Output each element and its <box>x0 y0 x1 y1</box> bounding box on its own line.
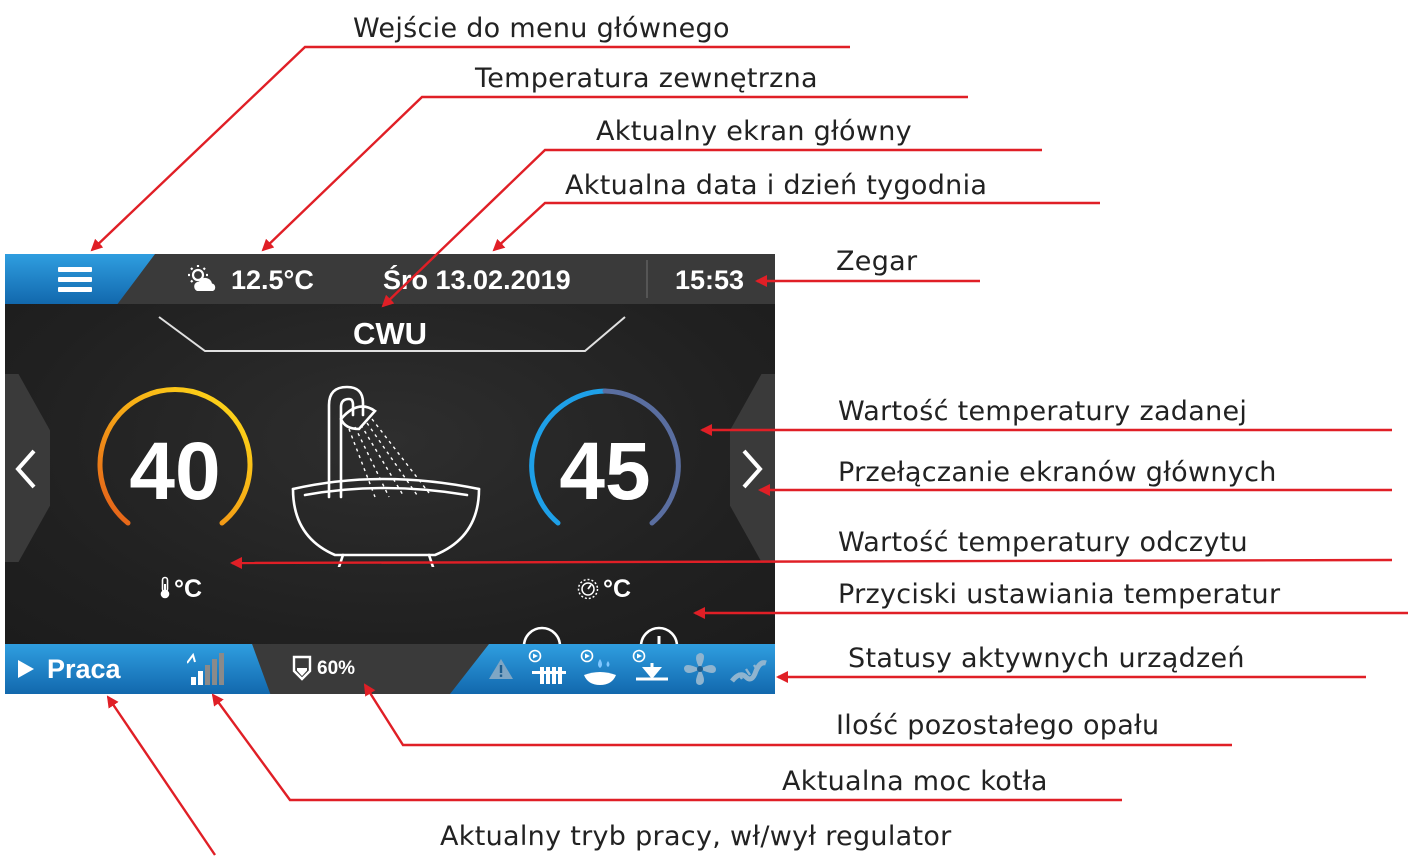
set-temperature-unit: °C <box>603 575 632 603</box>
annotation-mode: Aktualny tryb pracy, wł/wył regulator <box>440 821 952 852</box>
main-menu-button[interactable] <box>5 254 155 304</box>
feeder-icon <box>730 660 767 683</box>
power-bar <box>198 671 203 685</box>
hamburger-menu-icon <box>58 267 92 272</box>
warning-icon <box>489 659 513 679</box>
annotation-buttons: Przyciski ustawiania temperatur <box>838 579 1281 610</box>
read-temperature-value: 40 <box>129 426 221 517</box>
shower-bath-icon <box>291 385 481 567</box>
screen-title: CWU <box>352 316 428 351</box>
power-bar <box>205 665 210 685</box>
signal-bars-icon <box>187 653 224 685</box>
annotation-status: Statusy aktywnych urządzeń <box>848 643 1245 674</box>
mixer-valve-icon <box>632 649 668 681</box>
annotation-current-screen: Aktualny ekran główny <box>596 116 912 147</box>
power-bar <box>191 677 196 685</box>
power-arrow <box>187 653 196 664</box>
annotation-read-temp: Wartość temperatury odczytu <box>838 527 1248 558</box>
line-mode <box>106 695 216 856</box>
mode-label: Praca <box>47 654 121 684</box>
previous-screen-button[interactable] <box>5 374 50 562</box>
main-screen-area: CWU 40 °C 45 °C <box>5 304 775 666</box>
annotation-set-temp: Wartość temperatury zadanej <box>838 396 1248 427</box>
dial-icon <box>577 578 599 600</box>
bottom-bar: Praca 60% <box>5 644 775 694</box>
read-temperature-unit: °C <box>174 575 203 603</box>
hot-water-pump-icon <box>580 649 616 685</box>
chevron-right-icon <box>742 449 763 489</box>
annotation-outdoor-temp: Temperatura zewnętrzna <box>475 63 818 94</box>
date-display: Śro 13.02.2019 <box>383 265 571 295</box>
fuel-level: 60% <box>317 658 356 679</box>
device-status-area <box>450 644 775 694</box>
annotation-fuel: Ilość pozostałego opału <box>836 710 1160 741</box>
annotation-switch: Przełączanie ekranów głównych <box>838 457 1277 488</box>
annotation-main-menu: Wejście do menu głównego <box>353 13 730 44</box>
next-screen-button[interactable] <box>730 374 775 562</box>
clock-separator <box>646 260 648 298</box>
annotation-clock: Zegar <box>836 246 918 277</box>
power-bar <box>219 653 224 685</box>
annotation-date: Aktualna data i dzień tygodnia <box>565 170 988 201</box>
set-temperature-value: 45 <box>559 426 651 517</box>
annotation-power: Aktualna moc kotła <box>782 766 1048 797</box>
chevron-left-icon <box>15 449 36 489</box>
mode-button[interactable]: Praca <box>5 644 271 694</box>
radiator-pump-icon <box>528 649 566 684</box>
line-date <box>492 201 1100 252</box>
top-bar: 12.5°C Śro 13.02.2019 15:53 <box>5 254 775 304</box>
clock-display[interactable]: 15:53 <box>675 254 744 304</box>
fuel-hopper-icon <box>292 655 312 681</box>
sun-cloud-icon <box>188 265 216 291</box>
play-icon <box>18 660 34 678</box>
outdoor-temperature: 12.5°C <box>231 265 314 295</box>
thermometer-icon <box>160 576 170 599</box>
power-bar <box>212 659 217 685</box>
fan-icon <box>684 653 716 685</box>
controller-screen: 12.5°C Śro 13.02.2019 15:53 CWU 40 °C 45… <box>5 254 775 694</box>
